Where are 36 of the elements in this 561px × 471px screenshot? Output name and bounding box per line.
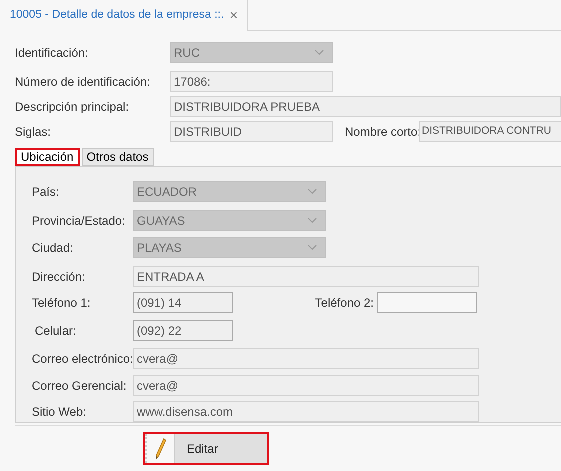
field-label: Correo electrónico: — [32, 350, 133, 368]
chevron-down-icon — [308, 245, 317, 250]
field-label: Teléfono 1: — [32, 294, 92, 312]
input-field[interactable]: 17086: — [170, 71, 333, 92]
chevron-down-icon — [315, 50, 324, 55]
field-label: Identificación: — [15, 44, 90, 62]
chevron-down-icon — [308, 218, 317, 223]
document-tab[interactable]: 10005 - Detalle de datos de la empresa ::. × — [0, 0, 248, 31]
field-label: País: — [32, 184, 60, 200]
field-label: Ciudad: — [32, 240, 74, 256]
field-label: Nombre corto: — [345, 124, 419, 140]
field-label: Número de identificación: — [15, 74, 152, 90]
close-button[interactable]: × — [230, 5, 238, 26]
edit-button[interactable]: Editar — [143, 432, 269, 465]
input-field[interactable]: (091) 14 — [133, 292, 233, 313]
input-field[interactable]: ENTRADA A — [133, 266, 479, 287]
input-field[interactable]: cvera@ — [133, 348, 479, 369]
input-field[interactable]: www.disensa.com — [133, 401, 479, 422]
field-label: Descripción principal: — [15, 98, 130, 116]
pencil-icon — [154, 438, 166, 460]
field-label: Siglas: — [15, 124, 52, 140]
tab[interactable]: Otros datos — [82, 148, 154, 166]
input-field[interactable]: DISTRIBUIDORA PRUEBA — [170, 96, 561, 117]
input-field[interactable]: DISTRIBUID — [170, 121, 333, 142]
chevron-down-icon — [308, 189, 317, 194]
field-label: Dirección: — [32, 268, 86, 286]
field-label: Correo Gerencial: — [32, 378, 128, 394]
field-label: Provincia/Estado: — [32, 212, 126, 230]
field-label: Celular: — [34, 322, 78, 340]
field-label: Teléfono 2: — [314, 294, 375, 312]
input-field[interactable]: DISTRIBUIDORA CONTRU — [419, 121, 561, 142]
input-field[interactable]: cvera@ — [133, 375, 479, 396]
field-label: Sitio Web: — [32, 404, 88, 420]
input-field[interactable] — [377, 292, 477, 313]
input-field[interactable]: (092) 22 — [133, 320, 233, 341]
tab[interactable]: Ubicación — [15, 148, 80, 166]
